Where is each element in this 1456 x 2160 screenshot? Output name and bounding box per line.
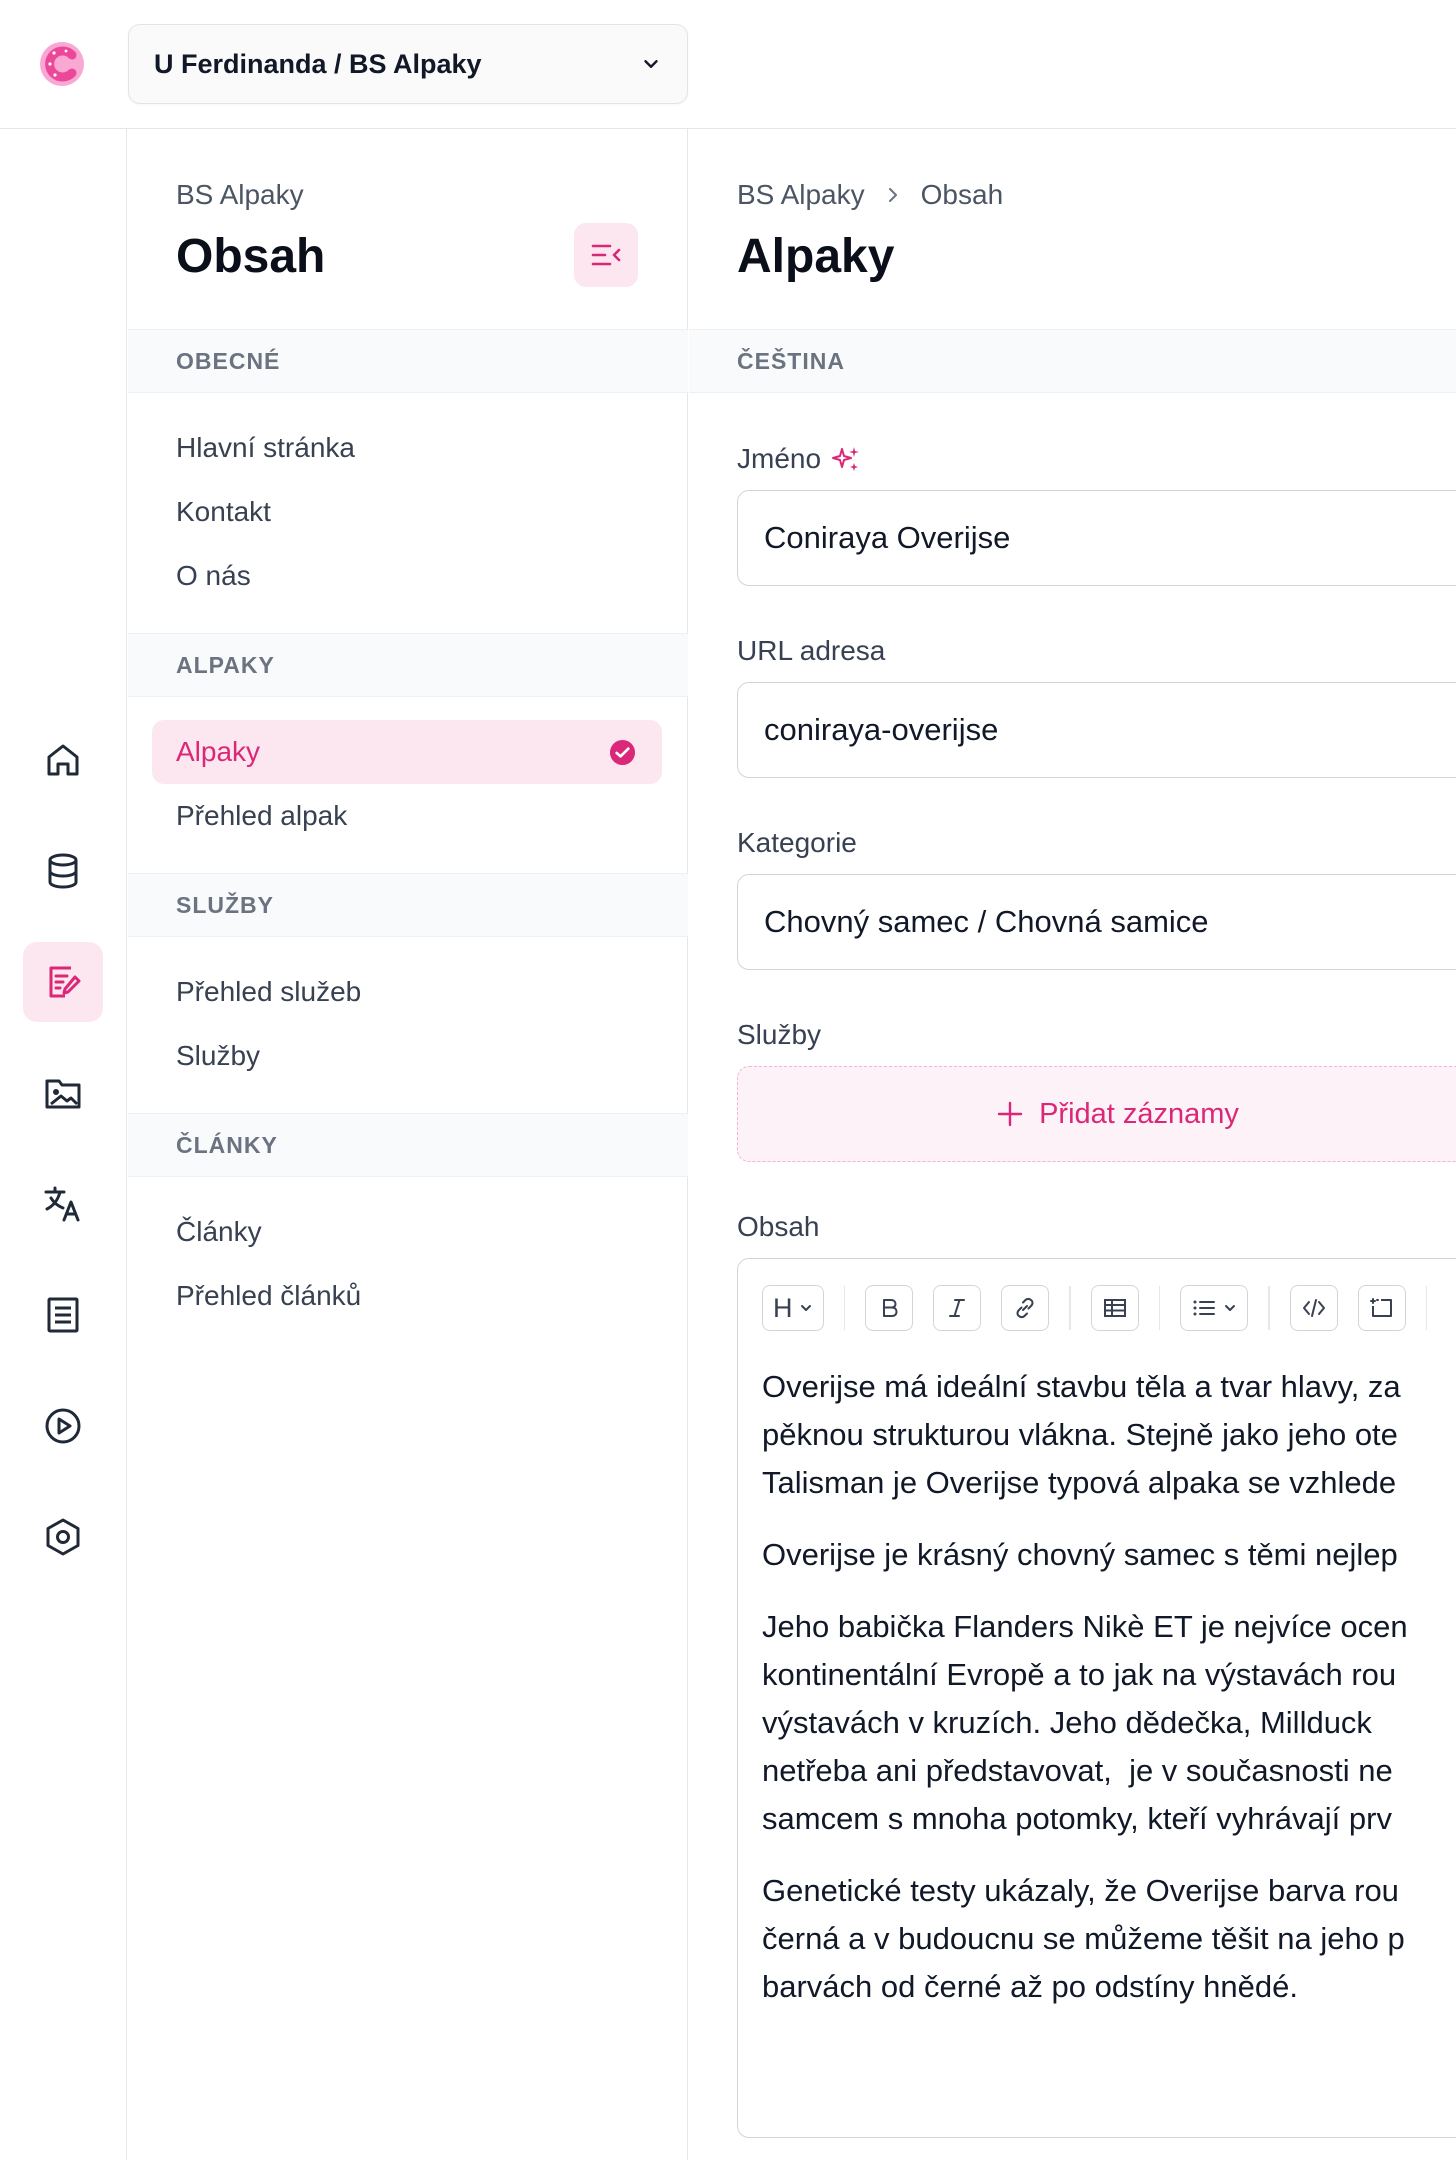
edit-document-icon <box>49 966 81 998</box>
top-bar: U Ferdinanda / BS Alpaky <box>0 0 1456 129</box>
editor-toolbar: H <box>762 1283 1447 1333</box>
nav-title: Obsah <box>176 230 326 283</box>
check-circle-icon <box>609 739 636 766</box>
nav-section-heading: SLUŽBY <box>128 873 688 937</box>
media-folder-icon <box>45 1079 81 1109</box>
database-icon <box>48 853 78 889</box>
nav-item-prehled-alpak[interactable]: Přehled alpak <box>176 796 347 836</box>
rail-database-button[interactable] <box>23 831 103 911</box>
project-selector[interactable]: U Ferdinanda / BS Alpaky <box>128 24 688 104</box>
editor-paragraph: Genetické testy ukázaly, že Overijse bar… <box>762 1873 1405 2004</box>
sparkle-icon[interactable] <box>831 444 861 474</box>
nav-item-kontakt[interactable]: Kontakt <box>176 492 271 532</box>
heading-dropdown-button[interactable]: H <box>762 1285 824 1331</box>
rail-forms-button[interactable] <box>23 1275 103 1355</box>
main-editor-panel: BS Alpaky Obsah Alpaky ČEŠTINA Jméno Con… <box>689 129 1456 2160</box>
app-frame: U Ferdinanda / BS Alpaky BS Alpaky Obsah… <box>0 0 1456 2160</box>
bold-button[interactable] <box>865 1285 913 1331</box>
content-field-label: Obsah <box>737 1211 820 1242</box>
name-input[interactable]: Coniraya Overijse <box>737 490 1456 586</box>
play-icon <box>45 1408 81 1444</box>
url-input[interactable]: coniraya-overijse <box>737 682 1456 778</box>
rail-translations-button[interactable] <box>23 1164 103 1244</box>
collapse-menu-icon <box>591 244 621 266</box>
toolbar-divider <box>1425 1286 1427 1330</box>
toolbar-divider <box>843 1286 845 1330</box>
url-field-label: URL adresa <box>737 635 886 666</box>
toolbar-divider <box>1268 1286 1270 1330</box>
list-icon <box>1193 1300 1215 1316</box>
content-nav-panel: BS Alpaky Obsah OBECNÉ Hlavní stránka Ko… <box>128 129 688 2160</box>
nav-section-heading: OBECNÉ <box>128 329 688 393</box>
table-button[interactable] <box>1090 1285 1139 1331</box>
breadcrumb: BS Alpaky Obsah <box>737 179 1003 211</box>
nav-item-label: Alpaky <box>176 736 261 767</box>
rail-home-button[interactable] <box>23 720 103 800</box>
code-icon <box>1302 1299 1325 1317</box>
settings-hexagon-icon <box>46 1518 80 1556</box>
rich-text-editor[interactable]: H Overijse má ideální stavbu těla a tvar… <box>737 1258 1456 2138</box>
editor-content[interactable]: Overijse má ideální stavbu těla a tvar h… <box>762 1363 1456 2035</box>
editor-paragraph: Jeho babička Flanders Nikè ET je nejvíce… <box>762 1609 1408 1836</box>
app-logo-icon[interactable] <box>38 40 86 88</box>
chevron-right-icon <box>888 188 897 202</box>
home-icon <box>47 744 79 776</box>
plus-icon <box>997 1101 1023 1127</box>
collapse-panel-button[interactable] <box>574 223 638 287</box>
rail-settings-button[interactable] <box>23 1497 103 1577</box>
toolbar-divider <box>1069 1286 1071 1330</box>
embed-button[interactable] <box>1357 1285 1406 1331</box>
editor-paragraph: Overijse má ideální stavbu těla a tvar h… <box>762 1369 1401 1500</box>
nav-item-hlavni-stranka[interactable]: Hlavní stránka <box>176 428 355 468</box>
code-button[interactable] <box>1289 1285 1338 1331</box>
add-records-button[interactable]: Přidat záznamy <box>737 1066 1456 1162</box>
bold-icon <box>883 1299 898 1317</box>
chevron-down-icon <box>1225 1305 1235 1311</box>
heading-button-label: H <box>773 1292 793 1323</box>
editor-paragraph: Overijse je krásný chovný samec s těmi n… <box>762 1537 1398 1572</box>
form-icon <box>47 1297 79 1333</box>
nav-section-heading: ALPAKY <box>128 633 688 697</box>
name-label-text: Jméno <box>737 443 822 474</box>
category-field-label: Kategorie <box>737 827 857 858</box>
nav-item-prehled-sluzeb[interactable]: Přehled služeb <box>176 972 361 1012</box>
italic-button[interactable] <box>933 1285 981 1331</box>
table-icon <box>1103 1299 1126 1317</box>
rail-content-button[interactable] <box>23 942 103 1022</box>
nav-item-prehled-clanku[interactable]: Přehled článků <box>176 1276 361 1316</box>
link-icon <box>1016 1297 1034 1319</box>
icon-rail <box>0 129 127 2160</box>
add-records-label: Přidat záznamy <box>1039 1097 1239 1130</box>
chevron-down-icon <box>800 1305 811 1311</box>
breadcrumb-item[interactable]: BS Alpaky <box>737 179 865 211</box>
name-field-label: Jméno <box>737 443 861 475</box>
rail-media-button[interactable] <box>23 1053 103 1133</box>
category-input[interactable]: Chovný samec / Chovná samice <box>737 874 1456 970</box>
breadcrumb-item[interactable]: Obsah <box>921 179 1004 211</box>
rail-media-play-button[interactable] <box>23 1386 103 1466</box>
project-selector-label: U Ferdinanda / BS Alpaky <box>154 48 482 79</box>
chevron-down-icon <box>644 60 658 68</box>
embed-icon <box>1369 1298 1392 1317</box>
page-title: Alpaky <box>737 230 895 283</box>
nav-item-sluzby[interactable]: Služby <box>176 1036 260 1076</box>
services-field-label: Služby <box>737 1019 822 1050</box>
nav-item-clanky[interactable]: Články <box>176 1212 262 1252</box>
link-button[interactable] <box>1001 1285 1049 1331</box>
nav-project-name: BS Alpaky <box>176 179 304 210</box>
language-section-heading: ČEŠTINA <box>689 329 1456 393</box>
translate-icon <box>44 1186 80 1222</box>
italic-icon <box>949 1299 965 1317</box>
nav-item-alpaky[interactable]: Alpaky <box>152 720 662 784</box>
list-dropdown-button[interactable] <box>1180 1285 1248 1331</box>
toolbar-divider <box>1158 1286 1160 1330</box>
nav-section-heading: ČLÁNKY <box>128 1113 688 1177</box>
nav-item-o-nas[interactable]: O nás <box>176 556 251 596</box>
